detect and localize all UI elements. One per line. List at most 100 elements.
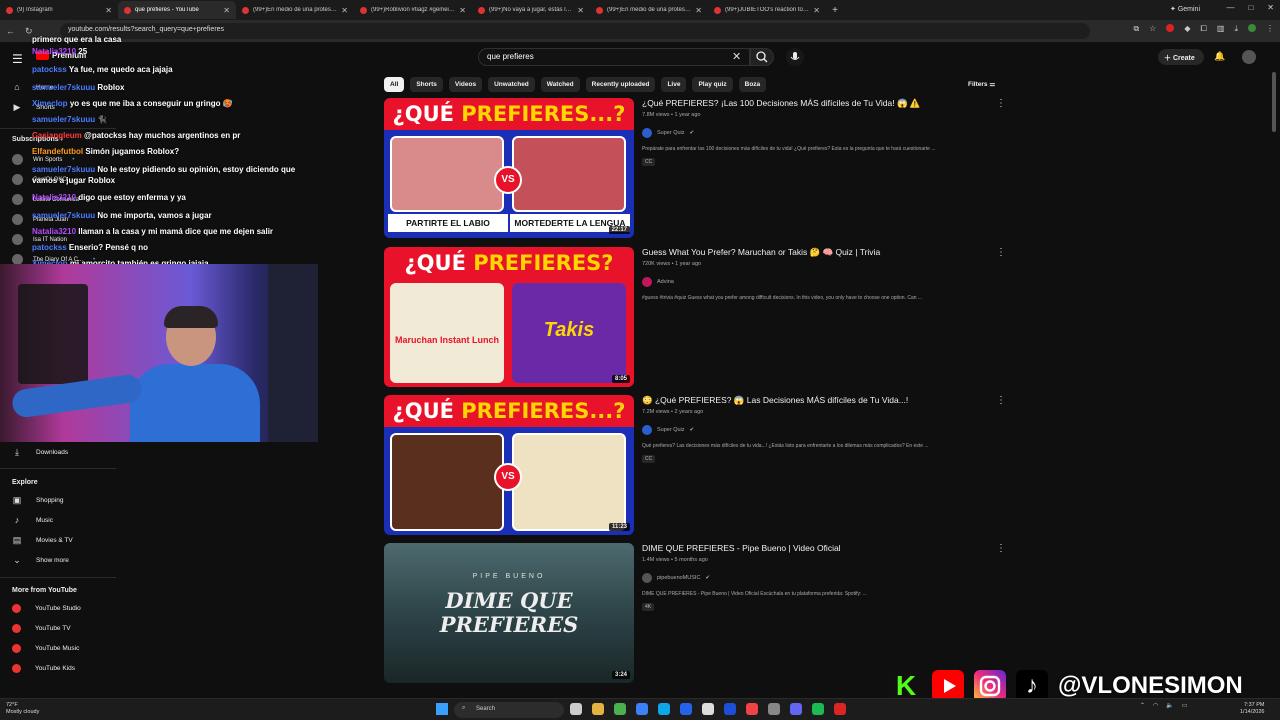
taskbar-search[interactable]: ⌕ Search	[454, 702, 564, 718]
channel-link[interactable]: pipebuenoMUSIC ✔	[642, 573, 710, 583]
volume-icon[interactable]: 🔈	[1166, 702, 1173, 709]
filter-chip[interactable]: All	[384, 77, 405, 92]
video-thumbnail[interactable]: ¿QUÉ PREFIERES? Maruchan Instant Lunch T…	[384, 247, 634, 387]
video-thumbnail[interactable]: PIPE BUENO DIME QUE PREFIERES 3:24	[384, 543, 634, 683]
profile-avatar-icon[interactable]	[1248, 24, 1256, 32]
app-icon[interactable]	[768, 703, 780, 715]
sidebar-item-youtube-app[interactable]: YouTube Studio	[12, 604, 81, 613]
more-actions-icon[interactable]: ⋮	[996, 247, 1006, 258]
bookmark-star-icon[interactable]: ☆	[1149, 24, 1156, 34]
channel-link[interactable]: Super Quiz ✔	[642, 425, 694, 435]
video-title[interactable]: DIME QUE PREFIERES - Pipe Bueno | Video …	[642, 543, 982, 553]
filter-chip[interactable]: Play quiz	[692, 77, 733, 92]
video-title[interactable]: Guess What You Prefer? Maruchan or Takis…	[642, 247, 982, 258]
account-avatar[interactable]	[1242, 50, 1256, 64]
search-result[interactable]: ¿QUÉ PREFIERES...? VS PARTIRTE EL LABIO …	[384, 98, 1006, 238]
dropbox-icon[interactable]	[724, 703, 736, 715]
filter-chip[interactable]: Boza	[738, 77, 767, 92]
close-tab-icon[interactable]: ✕	[105, 6, 112, 15]
clock[interactable]: 7:37 PM 1/14/2026	[1240, 702, 1264, 716]
filter-chip[interactable]: Videos	[448, 77, 483, 92]
minimize-icon[interactable]: —	[1226, 3, 1234, 12]
download-icon[interactable]: ⤓	[1234, 24, 1238, 34]
extensions-puzzle-icon[interactable]: ⧠	[1200, 24, 1206, 34]
create-button[interactable]: ＋ Create	[1158, 49, 1204, 65]
sidebar-item-explore[interactable]: ♪ Music	[12, 515, 53, 525]
browser-tab[interactable]: (99+)JUBIETOO's reaction today ✕	[708, 1, 826, 19]
close-tab-icon[interactable]: ✕	[223, 6, 230, 15]
thumbnail-banner: ¿QUÉ PREFIERES?	[384, 247, 634, 279]
filter-chip[interactable]: Recently uploaded	[585, 77, 656, 92]
video-thumbnail[interactable]: ¿QUÉ PREFIERES...? VS PARTIRTE EL LABIO …	[384, 98, 634, 238]
browser-tab[interactable]: que prefieres - YouTube ✕	[118, 1, 236, 19]
sidebar-item-explore[interactable]: ▤ Movies & TV	[12, 535, 73, 545]
maximize-icon[interactable]: □	[1248, 3, 1253, 12]
task-view-icon[interactable]	[570, 703, 582, 715]
file-explorer-icon[interactable]	[592, 703, 604, 715]
tray-chevron-icon[interactable]: ⌃	[1140, 702, 1145, 709]
video-title[interactable]: ¿Qué PREFIERES? ¡Las 100 Decisiones MÁS …	[642, 98, 982, 109]
search-result[interactable]: ¿QUÉ PREFIERES...? VS 11:23 😳 ¿Qué PREFI…	[384, 395, 1006, 535]
video-title[interactable]: 😳 ¿Qué PREFIERES? 😱 Las Decisiones MÁS d…	[642, 395, 982, 406]
browser-tab[interactable]: (9) Instagram ✕	[0, 1, 118, 19]
channel-link[interactable]: Advina	[642, 277, 674, 287]
voice-search-button[interactable]	[786, 48, 804, 66]
channel-link[interactable]: Super Quiz ✔	[642, 128, 694, 138]
weather-widget[interactable]: 72°F Mostly cloudy	[6, 702, 39, 716]
spotify-icon[interactable]	[812, 703, 824, 715]
sidebar-item-explore[interactable]: ⌄ Show more	[12, 555, 69, 565]
back-icon[interactable]: ←	[6, 26, 15, 36]
windows-start-icon[interactable]	[436, 703, 448, 715]
mail-icon[interactable]	[680, 703, 692, 715]
browser-tab[interactable]: (99+)En medio de una protesta... ✕	[590, 1, 708, 19]
filter-chip[interactable]: Shorts	[410, 77, 443, 92]
chrome-icon[interactable]	[614, 703, 626, 715]
close-tab-icon[interactable]: ✕	[695, 6, 702, 15]
close-tab-icon[interactable]: ✕	[813, 6, 820, 15]
close-tab-icon[interactable]: ✕	[459, 6, 466, 15]
app-icon[interactable]	[636, 703, 648, 715]
filters-button[interactable]: Filters ⚌	[968, 80, 995, 88]
clear-search-icon[interactable]: ✕	[732, 50, 741, 63]
video-thumbnail[interactable]: ¿QUÉ PREFIERES...? VS 11:23	[384, 395, 634, 535]
chat-message: Ximeclop yo es que me iba a conseguir un…	[32, 98, 318, 109]
close-tab-icon[interactable]: ✕	[341, 6, 348, 15]
sidepanel-icon[interactable]: ▥	[1217, 24, 1225, 34]
new-tab-button[interactable]: +	[826, 5, 844, 16]
page-scrollbar[interactable]	[1272, 72, 1276, 132]
menu-icon[interactable]: ☰	[12, 52, 23, 66]
extension-diamond-icon[interactable]: ◆	[1184, 24, 1190, 34]
sidebar-item-youtube-app[interactable]: YouTube Kids	[12, 664, 75, 673]
filter-chip[interactable]: Unwatched	[488, 77, 535, 92]
notifications-bell-icon[interactable]: 🔔	[1214, 51, 1225, 62]
browser-tab[interactable]: (99+)No vaya a jugar, estás lesi... ✕	[472, 1, 590, 19]
install-icon[interactable]: ⧉	[1133, 24, 1139, 34]
more-actions-icon[interactable]: ⋮	[996, 543, 1006, 554]
extension-red-icon[interactable]	[1166, 24, 1175, 32]
gemini-button[interactable]: ✦ Gemini	[1170, 5, 1200, 13]
search-input[interactable]: que prefieres	[478, 48, 750, 66]
discord-icon[interactable]	[790, 703, 802, 715]
sidebar-item-youtube-app[interactable]: YouTube Music	[12, 644, 79, 653]
browser-tab[interactable]: (99+)En medio de una protesta... ✕	[236, 1, 354, 19]
edge-icon[interactable]	[658, 703, 670, 715]
search-result[interactable]: PIPE BUENO DIME QUE PREFIERES 3:24 DIME …	[384, 543, 1006, 683]
search-button[interactable]	[750, 48, 774, 66]
browser-menu-icon[interactable]: ⋮	[1266, 24, 1274, 34]
close-window-icon[interactable]: ✕	[1267, 3, 1274, 12]
battery-icon[interactable]: ▭	[1182, 702, 1188, 709]
notepad-icon[interactable]	[702, 703, 714, 715]
wifi-icon[interactable]: ◠	[1153, 702, 1158, 709]
sidebar-item-downloads[interactable]: ⤓ Downloads	[12, 447, 68, 457]
filter-chip[interactable]: Watched	[540, 77, 580, 92]
filter-chip[interactable]: Live	[661, 77, 687, 92]
close-tab-icon[interactable]: ✕	[577, 6, 584, 15]
search-result[interactable]: ¿QUÉ PREFIERES? Maruchan Instant Lunch T…	[384, 247, 1006, 387]
app-icon[interactable]	[834, 703, 846, 715]
sidebar-item-youtube-app[interactable]: YouTube TV	[12, 624, 71, 633]
sidebar-item-explore[interactable]: ▣ Shopping	[12, 495, 64, 505]
app-icon[interactable]	[746, 703, 758, 715]
more-actions-icon[interactable]: ⋮	[996, 395, 1006, 406]
browser-tab[interactable]: (99+)Roblivion #tiagz #gemeisa... ✕	[354, 1, 472, 19]
more-actions-icon[interactable]: ⋮	[996, 98, 1006, 109]
